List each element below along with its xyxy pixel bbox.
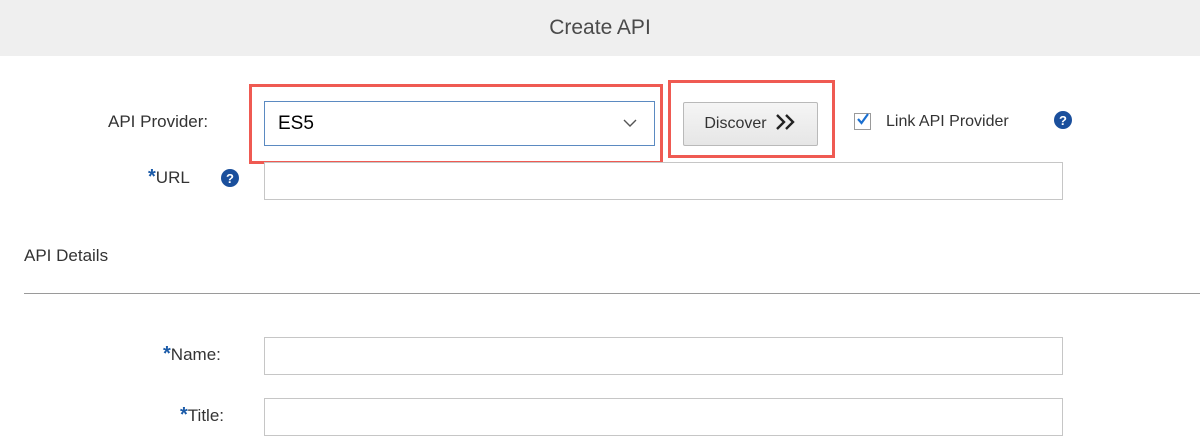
title-label: *Title: [180, 404, 224, 427]
section-divider [24, 293, 1200, 294]
page-header: Create API [0, 0, 1200, 56]
name-label: *Name: [163, 343, 221, 366]
url-label-text: URL [155, 168, 190, 187]
discover-button[interactable]: Discover [683, 102, 818, 146]
page-title: Create API [549, 16, 651, 39]
checkmark-icon [856, 112, 870, 131]
link-api-provider-label: Link API Provider [886, 113, 1009, 130]
required-mark: * [180, 404, 188, 426]
api-provider-selected-value: ES5 [278, 112, 314, 134]
required-mark: * [163, 343, 171, 365]
api-provider-label: API Provider: [108, 112, 209, 131]
link-api-provider-checkbox[interactable] [854, 113, 871, 130]
required-mark: * [148, 166, 156, 188]
api-provider-select[interactable]: ES5 [264, 101, 655, 146]
name-label-text: Name: [170, 345, 221, 364]
api-details-heading: API Details [24, 246, 109, 265]
url-label: *URL [148, 166, 190, 189]
title-label-text: Title: [187, 406, 225, 425]
title-input[interactable] [264, 398, 1063, 436]
double-chevron-right-icon [775, 113, 797, 136]
chevron-down-icon [623, 116, 637, 135]
help-icon[interactable]: ? [221, 169, 239, 187]
discover-button-label: Discover [704, 115, 767, 132]
url-input[interactable] [264, 162, 1063, 200]
help-icon[interactable]: ? [1054, 111, 1072, 129]
name-input[interactable] [264, 337, 1063, 375]
